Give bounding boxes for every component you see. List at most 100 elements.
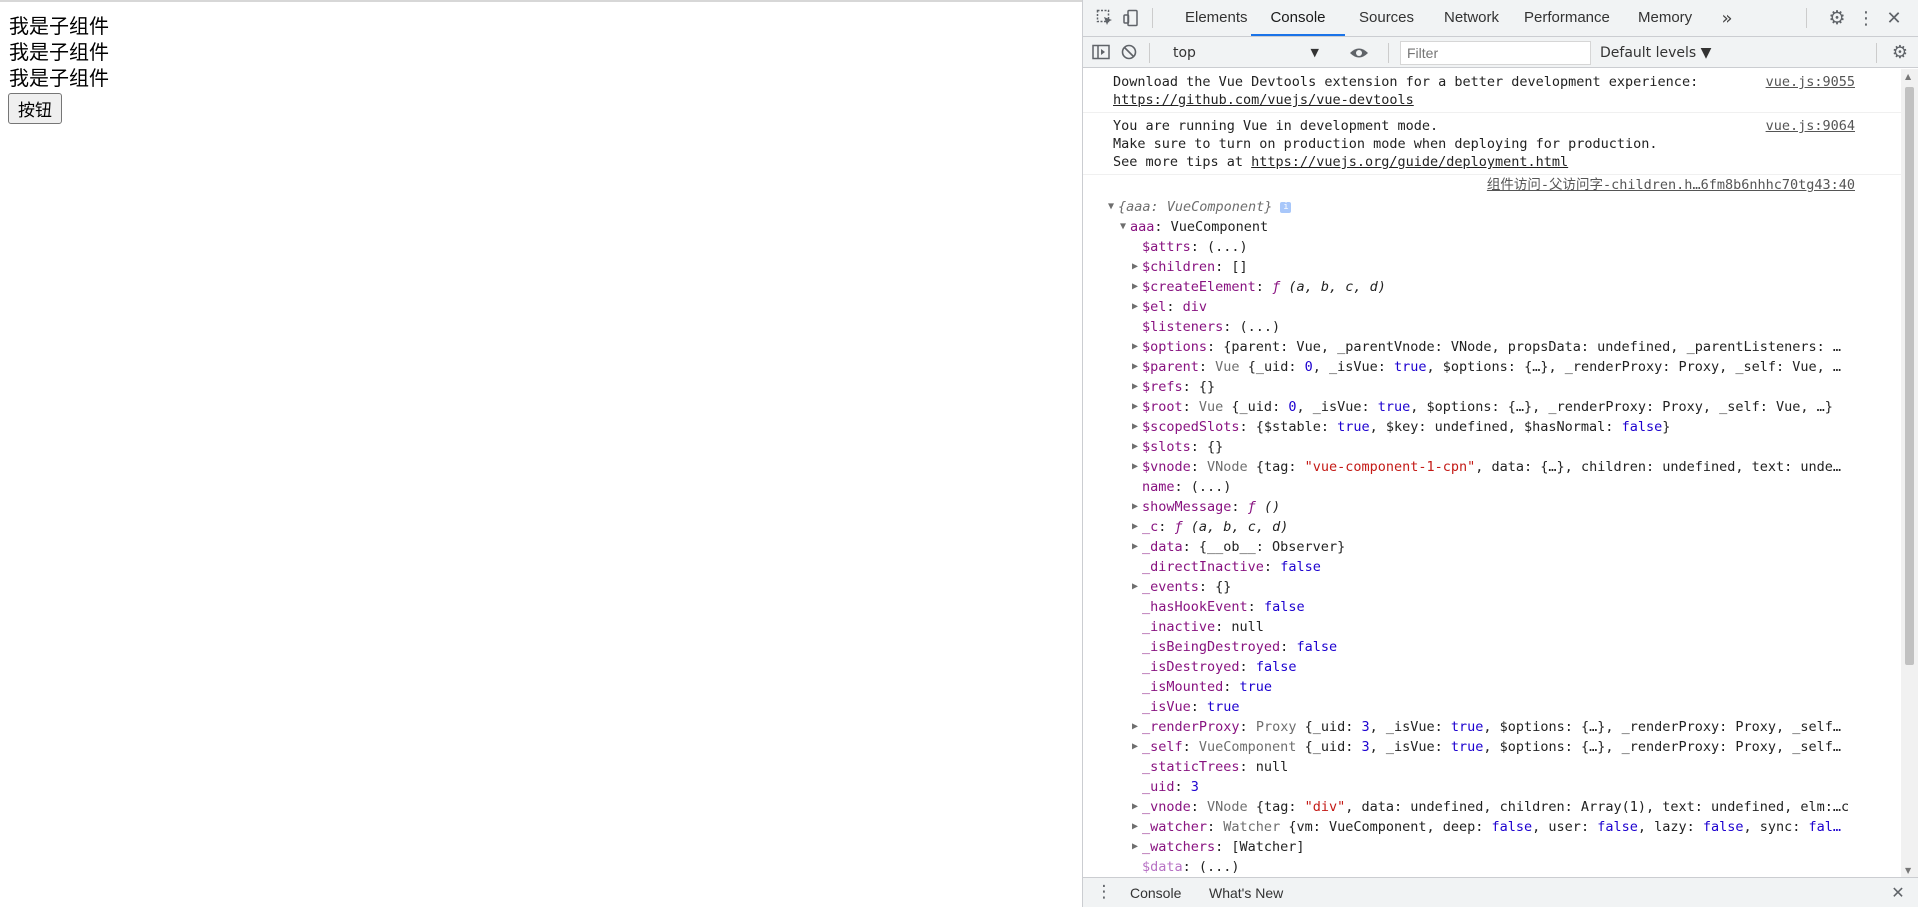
drawer-menu-icon[interactable]: ⋮ [1092,881,1116,903]
tab-memory[interactable]: Memory [1638,0,1692,36]
console-message: Download the Vue Devtools extension for … [1083,69,1901,113]
tree-row[interactable]: ▶ _vnode: VNode {tag: "div", data: undefi… [1083,797,1901,817]
tree-row[interactable]: ▶ $refs: {} [1083,377,1901,397]
tree-row[interactable]: ▶ $parent: Vue {_uid: 0, _isVue: true, $o… [1083,357,1901,377]
tree-row[interactable]: ▶ _events: {} [1083,577,1901,597]
expand-right-triangle-icon[interactable]: ▶ [1132,737,1138,757]
expand-right-triangle-icon[interactable]: ▶ [1132,257,1138,277]
tree-row-text: $listeners: (...) [1142,319,1281,335]
console-scrollbar[interactable]: ▲ ▼ [1901,69,1918,877]
expand-right-triangle-icon[interactable]: ▶ [1132,717,1138,737]
log-source-link[interactable]: 组件访问-父访问字-children.h…6fm8b6nhhc70tg43:40 [1487,175,1855,195]
tree-row-text: $data: (...) [1142,859,1240,875]
tree-row[interactable]: ▶ _watcher: Watcher {vm: VueComponent, de… [1083,817,1901,837]
tree-row[interactable]: ▶ _watchers: [Watcher] [1083,837,1901,857]
tree-row[interactable]: ▶ $scopedSlots: {$stable: true, $key: und… [1083,417,1901,437]
tree-row[interactable]: ▶ _data: {__ob__: Observer} [1083,537,1901,557]
context-select[interactable]: top ▼ [1167,42,1327,64]
tree-row[interactable]: ▶ _c: ƒ (a, b, c, d) [1083,517,1901,537]
expand-right-triangle-icon[interactable]: ▶ [1132,517,1138,537]
toolbar-divider [1388,43,1389,63]
close-icon[interactable]: ✕ [1882,7,1906,29]
live-expression-eye-icon[interactable] [1348,42,1370,64]
expand-right-triangle-icon[interactable]: ▶ [1132,377,1138,397]
page-button[interactable]: 按钮 [8,93,62,124]
expand-right-triangle-icon[interactable]: ▶ [1132,417,1138,437]
log-levels-select[interactable]: Default levels ▼ [1600,42,1711,64]
expand-right-triangle-icon[interactable]: ▶ [1132,817,1138,837]
toolbar-divider [1876,43,1877,63]
expand-down-triangle-icon[interactable]: ▼ [1108,197,1114,217]
tab-elements[interactable]: Elements [1185,0,1248,36]
devtools-tabbar: Elements Console Sources Network Perform… [1083,0,1918,37]
console-settings-gear-icon[interactable]: ⚙ [1888,41,1912,63]
expand-right-triangle-icon[interactable]: ▶ [1132,277,1138,297]
tree-row: _inactive: null [1083,617,1901,637]
tree-row[interactable]: ▶ $options: {parent: Vue, _parentVnode: V… [1083,337,1901,357]
expand-right-triangle-icon[interactable]: ▶ [1132,437,1138,457]
expand-right-triangle-icon[interactable]: ▶ [1132,357,1138,377]
tree-row-text: _vnode: VNode {tag: "div", data: undefin… [1142,799,1850,815]
expand-right-triangle-icon[interactable]: ▶ [1132,537,1138,557]
tree-row[interactable]: ▶ $vnode: VNode {tag: "vue-component-1-cp… [1083,457,1901,477]
settings-gear-icon[interactable]: ⚙ [1825,7,1849,29]
expand-right-triangle-icon[interactable]: ▶ [1132,577,1138,597]
tree-row-text: showMessage: ƒ () [1142,499,1281,515]
more-options-icon[interactable]: ⋮ [1854,7,1878,29]
expand-right-triangle-icon[interactable]: ▶ [1132,797,1138,817]
drawer-close-icon[interactable]: ✕ [1886,881,1910,903]
expand-right-triangle-icon[interactable]: ▶ [1132,837,1138,857]
expand-right-triangle-icon[interactable]: ▶ [1132,337,1138,357]
tree-row[interactable]: ▶ $el: div [1083,297,1901,317]
tree-row[interactable]: ▶ _self: VueComponent {_uid: 3, _isVue: t… [1083,737,1901,757]
device-toolbar-icon[interactable] [1119,7,1143,29]
drawer-tab-whats-new[interactable]: What's New [1209,878,1283,907]
scroll-up-arrow-icon[interactable]: ▲ [1905,72,1911,81]
tree-row-text: $createElement: ƒ (a, b, c, d) [1142,279,1386,295]
scrollbar-thumb[interactable] [1905,87,1914,665]
tree-row-text: _isMounted: true [1142,679,1273,695]
drawer-tab-console[interactable]: Console [1130,878,1181,907]
more-tabs-icon[interactable]: » [1715,7,1739,29]
tree-row[interactable]: ▶ showMessage: ƒ () [1083,497,1901,517]
inspect-element-icon[interactable] [1093,7,1117,29]
tree-row: name: (...) [1083,477,1901,497]
console-messages: Download the Vue Devtools extension for … [1083,69,1901,877]
tree-row-text: _renderProxy: Proxy {_uid: 3, _isVue: tr… [1142,719,1842,735]
scroll-down-arrow-icon[interactable]: ▼ [1905,866,1911,875]
toolbar-divider [1152,8,1153,28]
expand-down-triangle-icon[interactable]: ▼ [1120,217,1126,237]
tree-row[interactable]: ▶ $root: Vue {_uid: 0, _isVue: true, $opt… [1083,397,1901,417]
clear-console-icon[interactable] [1117,41,1141,63]
filter-input[interactable] [1400,41,1591,65]
message-link[interactable]: https://github.com/vuejs/vue-devtools [1113,91,1901,109]
tab-network[interactable]: Network [1444,0,1499,36]
tab-console[interactable]: Console [1251,0,1345,36]
tree-row[interactable]: ▶ $createElement: ƒ (a, b, c, d) [1083,277,1901,297]
tab-sources[interactable]: Sources [1359,0,1414,36]
message-source-link[interactable]: vue.js:9055 [1766,73,1855,91]
tree-row: _uid: 3 [1083,777,1901,797]
tree-row[interactable]: ▼ {aaa: VueComponent} i [1083,197,1901,217]
expand-right-triangle-icon[interactable]: ▶ [1132,497,1138,517]
tree-row-text: $root: Vue {_uid: 0, _isVue: true, $opti… [1142,399,1833,415]
tree-row[interactable]: ▶ $children: [] [1083,257,1901,277]
tree-row[interactable]: ▶ _renderProxy: Proxy {_uid: 3, _isVue: t… [1083,717,1901,737]
tree-row-text: _staticTrees: null [1142,759,1289,775]
drawer-tabbar: ⋮ Console What's New ✕ [1083,877,1918,907]
expand-right-triangle-icon[interactable]: ▶ [1132,297,1138,317]
tree-row: _directInactive: false [1083,557,1901,577]
tree-row: $data: (...) [1083,857,1901,877]
tree-row-text: name: (...) [1142,479,1232,495]
info-badge-icon[interactable]: i [1280,201,1292,213]
message-source-link[interactable]: vue.js:9064 [1766,117,1855,135]
child-component-text: 我是子组件 [9,66,109,90]
context-value: top [1173,45,1196,61]
expand-right-triangle-icon[interactable]: ▶ [1132,457,1138,477]
tree-row[interactable]: ▼ aaa: VueComponent [1083,217,1901,237]
expand-right-triangle-icon[interactable]: ▶ [1132,397,1138,417]
tab-performance[interactable]: Performance [1524,0,1610,36]
message-link[interactable]: https://vuejs.org/guide/deployment.html [1251,154,1568,170]
tree-row[interactable]: ▶ $slots: {} [1083,437,1901,457]
sidebar-toggle-icon[interactable] [1089,41,1113,63]
